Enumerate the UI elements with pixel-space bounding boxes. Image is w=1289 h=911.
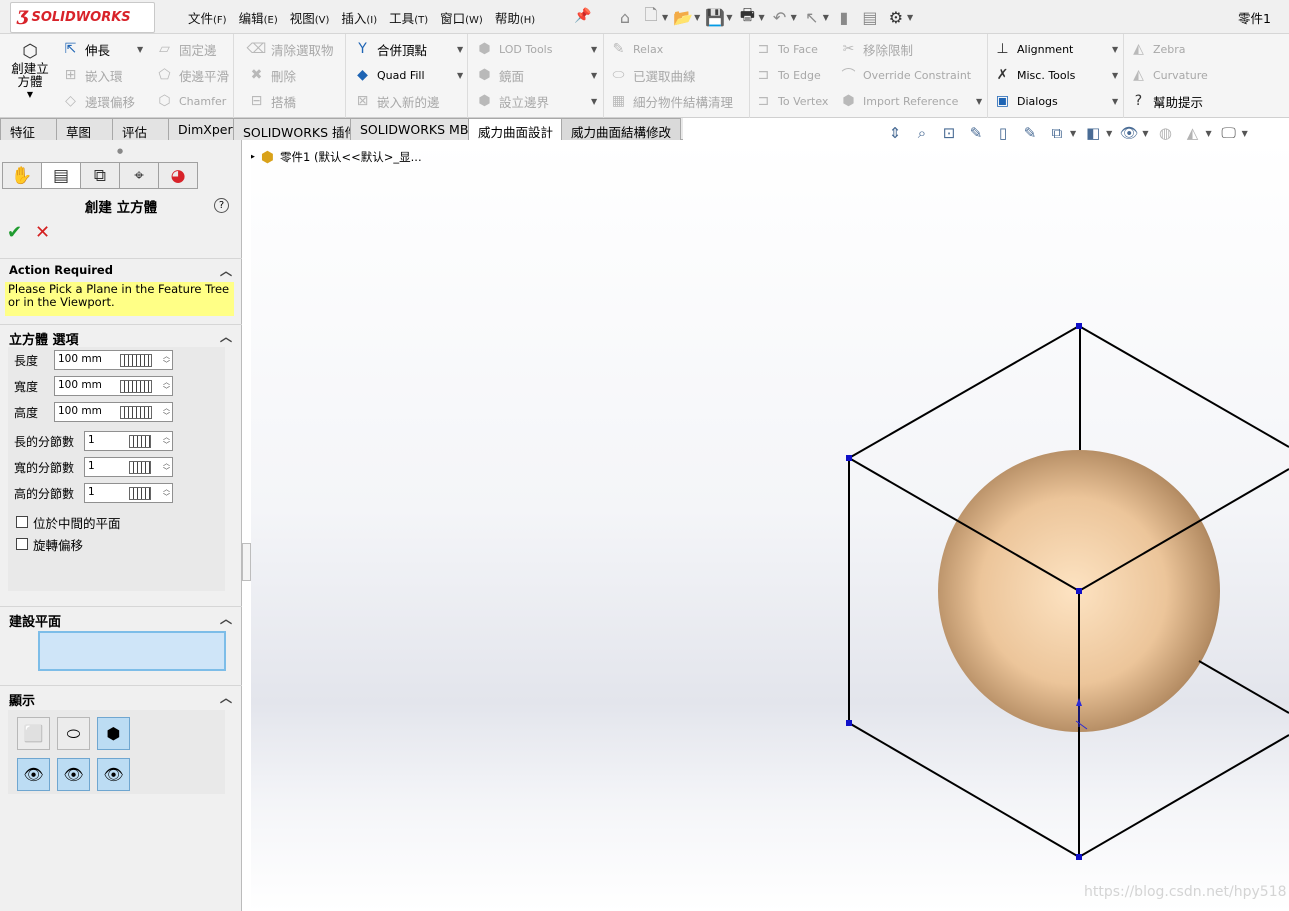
- spin-arrows-icon[interactable]: ︿ ﹀: [163, 433, 170, 449]
- action-required-header[interactable]: Action Required ︿: [0, 258, 242, 280]
- thumbwheel[interactable]: [129, 487, 151, 500]
- length-label: 長度: [14, 353, 39, 368]
- collapse-chevron-icon[interactable]: ︿: [220, 328, 232, 345]
- height-segments-label: 高的分節數: [14, 486, 75, 501]
- spin-arrows-icon[interactable]: ︿ ﹀: [163, 378, 170, 394]
- heads-up-view-toolbar: ⇕ ⌕ ⊡ ✎ ▯ ✎ ⧉ ▼ ◧ ▼ 👁 ▼ ◍ ◭ ▼ 🖵 ▼: [885, 120, 1275, 146]
- show-faces-eye-icon[interactable]: 👁: [17, 758, 50, 791]
- view-settings-icon[interactable]: 🖵: [1219, 123, 1239, 143]
- feature-tree-root[interactable]: ▶ ⬢ 零件1 (默认<<默认>_显...: [248, 148, 422, 166]
- height-label: 高度: [14, 405, 39, 420]
- watermark: https://blog.csdn.net/hpy518: [1084, 884, 1287, 900]
- length-value: 100 mm: [58, 353, 102, 365]
- help-icon[interactable]: ?: [214, 198, 229, 213]
- length-field[interactable]: 100 mm ︿ ﹀: [54, 350, 173, 370]
- thumbwheel[interactable]: [129, 461, 151, 474]
- rotate-offset-label: 旋轉偏移: [33, 537, 84, 553]
- spin-arrows-icon[interactable]: ︿ ﹀: [163, 404, 170, 420]
- cube-right-bottom-edge[interactable]: [1198, 660, 1289, 714]
- previous-view-icon[interactable]: ✎: [966, 123, 986, 143]
- width-label: 寬度: [14, 379, 39, 394]
- length-segments-label: 長的分節數: [14, 434, 75, 449]
- collapse-chevron-icon[interactable]: ︿: [220, 689, 232, 706]
- construction-plane-header[interactable]: 建設平面 ︿: [0, 606, 242, 630]
- cube-vertex[interactable]: [1076, 588, 1082, 594]
- zoom-area-icon[interactable]: ⊡: [939, 123, 959, 143]
- center-plane-checkbox[interactable]: 位於中間的平面: [16, 514, 121, 531]
- display-manager-tab-icon[interactable]: ◕: [158, 162, 198, 189]
- property-manager-tab-icon[interactable]: ▤: [41, 162, 81, 189]
- view-orientation-icon[interactable]: ⇕: [885, 123, 905, 143]
- width-value: 100 mm: [58, 379, 102, 391]
- display-header[interactable]: 顯示 ︿: [0, 685, 242, 709]
- box-mode-icon[interactable]: ⬜: [17, 717, 50, 750]
- action-message: Please Pick a Plane in the Feature Tree …: [5, 282, 234, 316]
- height-segments-value: 1: [88, 486, 95, 498]
- width-segments-value: 1: [88, 460, 95, 472]
- thumbwheel[interactable]: [129, 435, 151, 448]
- height-value: 100 mm: [58, 405, 102, 417]
- cube-vertex[interactable]: [846, 455, 852, 461]
- box-smooth-mode-icon[interactable]: ⬢: [97, 717, 130, 750]
- cube-vertex[interactable]: [1076, 854, 1082, 860]
- configuration-manager-tab-icon[interactable]: ⧉: [80, 162, 120, 189]
- height-field[interactable]: 100 mm ︿ ﹀: [54, 402, 173, 422]
- cube-vertex[interactable]: [846, 720, 852, 726]
- rotate-offset-checkbox[interactable]: 旋轉偏移: [16, 536, 84, 553]
- checkbox-box[interactable]: [16, 538, 28, 550]
- display-label: 顯示: [9, 694, 36, 709]
- show-edges-eye-icon[interactable]: 👁: [57, 758, 90, 791]
- splitter-handle[interactable]: [242, 543, 251, 581]
- cube-options-header[interactable]: 立方體 選項 ︿: [0, 324, 242, 348]
- section-view-icon[interactable]: ▯: [993, 123, 1013, 143]
- spin-arrows-icon[interactable]: ︿ ﹀: [163, 485, 170, 501]
- cube-left-bottom-edge[interactable]: [849, 671, 940, 723]
- collapse-chevron-icon[interactable]: ︿: [220, 262, 232, 279]
- width-segments-field[interactable]: 1 ︿ ﹀: [84, 457, 173, 477]
- height-segments-field[interactable]: 1 ︿ ﹀: [84, 483, 173, 503]
- edit-appearance-icon[interactable]: ◍: [1155, 123, 1175, 143]
- collapse-chevron-icon[interactable]: ︿: [220, 610, 232, 627]
- chevron-down-icon[interactable]: ▼: [1142, 129, 1148, 138]
- smooth-mode-icon[interactable]: ⬭: [57, 717, 90, 750]
- panel-title: 創建 立方體: [84, 200, 158, 216]
- width-field[interactable]: 100 mm ︿ ﹀: [54, 376, 173, 396]
- part-name: 零件1 (默认<<默认>_显...: [280, 150, 422, 164]
- plane-selection-box[interactable]: [38, 631, 226, 671]
- chevron-down-icon[interactable]: ▼: [1205, 129, 1211, 138]
- width-segments-label: 寬的分節數: [14, 460, 75, 475]
- cube-vertex[interactable]: [1076, 323, 1082, 329]
- panel-splitter[interactable]: [242, 140, 251, 911]
- display-style-icon[interactable]: ◧: [1083, 123, 1103, 143]
- action-required-label: Action Required: [9, 263, 113, 277]
- dynamic-annotation-icon[interactable]: ✎: [1020, 123, 1040, 143]
- hide-show-items-icon[interactable]: 👁: [1119, 123, 1139, 143]
- show-vertices-eye-icon[interactable]: 👁: [97, 758, 130, 791]
- chevron-down-icon[interactable]: ▼: [1070, 129, 1076, 138]
- ok-checkmark-button[interactable]: ✔: [7, 222, 22, 243]
- cancel-x-button[interactable]: ✕: [35, 222, 50, 243]
- feature-manager-tab-icon[interactable]: ✋: [2, 162, 42, 189]
- length-segments-field[interactable]: 1 ︿ ﹀: [84, 431, 173, 451]
- spin-arrows-icon[interactable]: ︿ ﹀: [163, 352, 170, 368]
- length-segments-value: 1: [88, 434, 95, 446]
- zoom-to-fit-icon[interactable]: ⌕: [912, 123, 932, 143]
- construction-plane-label: 建設平面: [9, 615, 62, 630]
- panel-grip-icon[interactable]: ●: [117, 147, 123, 155]
- spin-arrows-icon[interactable]: ︿ ﹀: [163, 459, 170, 475]
- view-orientation-cube-icon[interactable]: ⧉: [1047, 123, 1067, 143]
- thumbwheel[interactable]: [120, 354, 152, 367]
- apply-scene-icon[interactable]: ◭: [1182, 123, 1202, 143]
- cube-options-label: 立方體 選項: [9, 333, 79, 348]
- dimxpert-manager-tab-icon[interactable]: ⌖: [119, 162, 159, 189]
- checkbox-box[interactable]: [16, 516, 28, 528]
- panel-tabs: ✋ ▤ ⧉ ⌖ ◕: [2, 162, 198, 190]
- chevron-down-icon[interactable]: ▼: [1106, 129, 1112, 138]
- thumbwheel[interactable]: [120, 380, 152, 393]
- thumbwheel[interactable]: [120, 406, 152, 419]
- part-icon: ⬢: [260, 148, 275, 166]
- chevron-down-icon[interactable]: ▼: [1242, 129, 1248, 138]
- cube-outline[interactable]: [848, 324, 1289, 459]
- center-plane-label: 位於中間的平面: [33, 515, 121, 531]
